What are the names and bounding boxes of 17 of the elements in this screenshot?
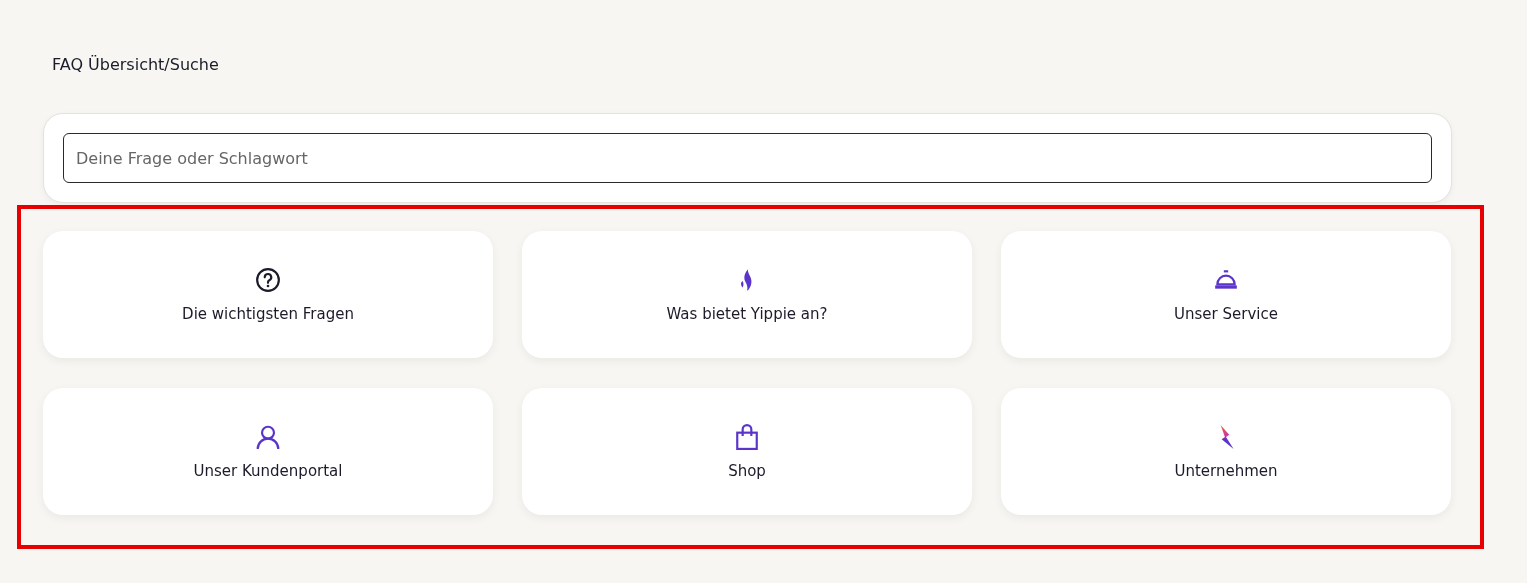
category-label: Unser Service: [1174, 304, 1278, 323]
category-card[interactable]: Shop: [522, 388, 972, 515]
search-field[interactable]: Deine Frage oder Schlagwort: [63, 133, 1432, 183]
category-card[interactable]: Unser Service: [1001, 231, 1451, 358]
category-card[interactable]: Unternehmen: [1001, 388, 1451, 515]
person-icon: [255, 423, 281, 450]
category-label: Die wichtigsten Fragen: [182, 304, 354, 323]
page-heading: FAQ Übersicht/Suche: [52, 55, 220, 75]
shopping-bag-icon: [734, 423, 760, 450]
category-card[interactable]: Was bietet Yippie an?: [522, 231, 972, 358]
category-label: Was bietet Yippie an?: [666, 304, 828, 323]
category-label: Unternehmen: [1174, 461, 1278, 480]
category-card[interactable]: Unser Kundenportal: [43, 388, 493, 515]
category-label: Shop: [728, 461, 766, 480]
question-icon: [255, 266, 281, 293]
category-card[interactable]: Die wichtigsten Fragen: [43, 231, 493, 358]
category-label: Unser Kundenportal: [193, 461, 343, 480]
